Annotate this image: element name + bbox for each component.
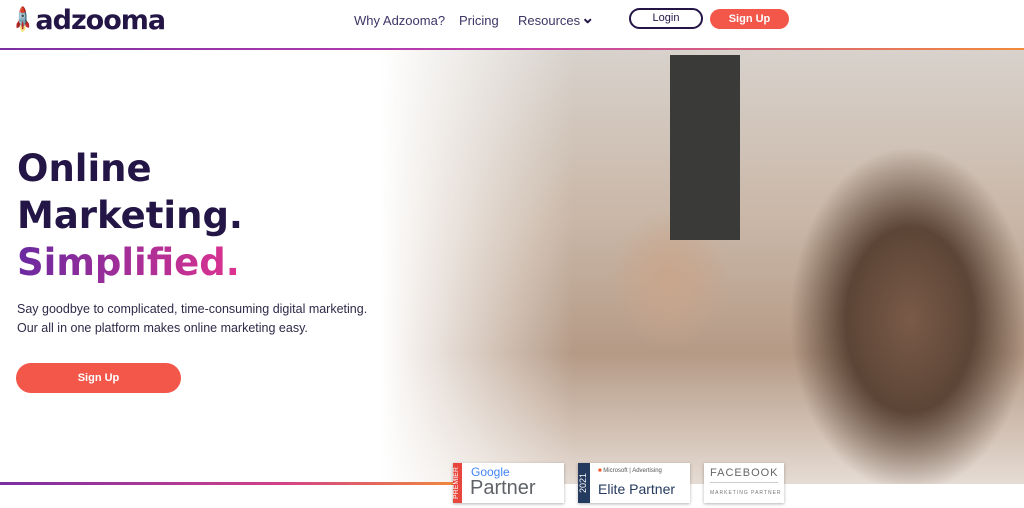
nav-pricing[interactable]: Pricing xyxy=(459,13,499,28)
hero-subtitle: Say goodbye to complicated, time-consumi… xyxy=(17,300,367,338)
hero-image xyxy=(380,50,1024,484)
login-button[interactable]: Login xyxy=(629,8,703,29)
subtitle-line-1: Say goodbye to complicated, time-consumi… xyxy=(17,302,368,316)
nav-resources[interactable]: Resources xyxy=(518,13,580,28)
advertising-label: Advertising xyxy=(632,468,662,474)
google-partner-badge: PREMIER Google Partner xyxy=(453,463,564,503)
year-label: 2021 xyxy=(578,463,590,503)
logo[interactable]: 🚀 adzooma xyxy=(8,5,166,36)
hero-title: Online Marketing. Simplified. xyxy=(17,145,243,286)
premier-label: PREMIER xyxy=(453,463,462,503)
hero-signup-button[interactable]: Sign Up xyxy=(16,363,181,393)
elite-partner-title: Elite Partner xyxy=(598,481,676,497)
microsoft-partner-badge: 2021 ■ Microsoft | Advertising Elite Par… xyxy=(578,463,690,503)
logo-text: adzooma xyxy=(35,5,166,36)
bottom-divider xyxy=(0,482,460,485)
facebook-brand: FACEBOOK xyxy=(710,467,779,479)
hero-line-2: Marketing. xyxy=(17,194,243,237)
hero-line-1: Online xyxy=(17,147,152,190)
header: 🚀 adzooma Why Adzooma? Pricing Resources … xyxy=(0,0,1024,48)
microsoft-brand: Microsoft xyxy=(603,468,628,474)
nav-why-adzooma[interactable]: Why Adzooma? xyxy=(354,13,445,28)
chevron-down-icon[interactable]: ⌄ xyxy=(581,8,594,28)
subtitle-line-2: Our all in one platform makes online mar… xyxy=(17,321,308,335)
rocket-icon: 🚀 xyxy=(7,5,38,36)
chalkboard xyxy=(670,55,740,240)
marketing-partner-label: MARKETING PARTNER xyxy=(710,490,782,496)
hero-line-3: Simplified. xyxy=(17,239,243,286)
facebook-partner-badge: FACEBOOK MARKETING PARTNER xyxy=(704,463,784,503)
google-partner-title: Partner xyxy=(470,477,536,499)
microsoft-icon: ■ xyxy=(598,468,602,474)
signup-button[interactable]: Sign Up xyxy=(710,9,789,29)
